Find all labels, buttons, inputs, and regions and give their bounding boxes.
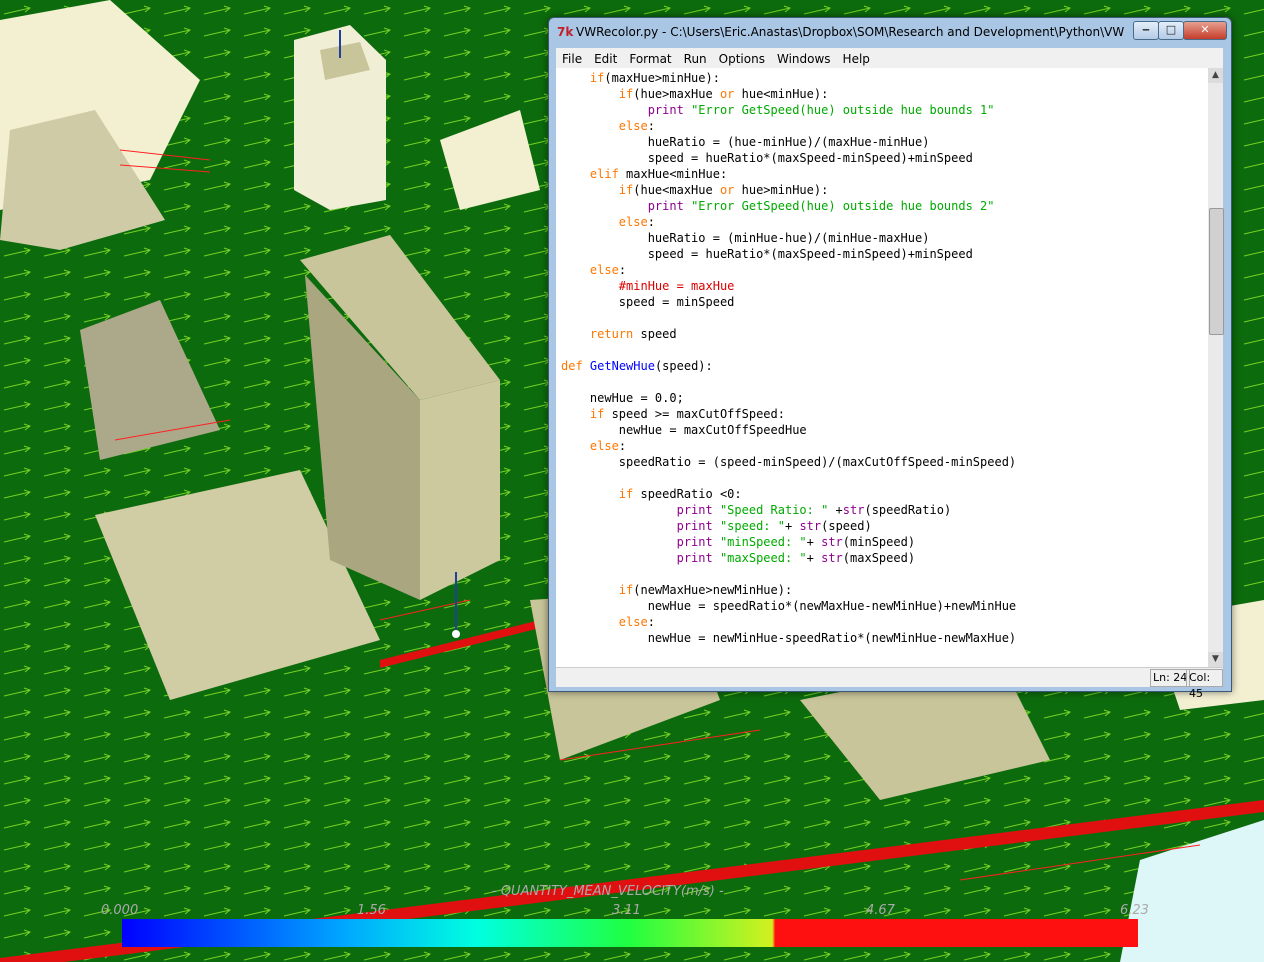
menu-bar: File Edit Format Run Options Windows Help [556,48,1223,68]
vertical-scrollbar[interactable]: ▲ ▼ [1208,68,1224,667]
scroll-thumb[interactable] [1209,208,1224,335]
code-editor[interactable]: if(maxHue>minHue): if(hue>maxHue or hue<… [556,68,1208,667]
legend-tick-4: 4.67 [866,903,895,918]
menu-file[interactable]: File [556,50,588,69]
maximize-icon[interactable]: □ [1158,21,1184,40]
legend-tick-max: 6.23 [1120,903,1149,918]
menu-edit[interactable]: Edit [588,50,623,69]
scroll-up-arrow-icon[interactable]: ▲ [1208,68,1223,83]
status-bar: Ln: 24 Col: 45 [556,667,1223,700]
menu-run[interactable]: Run [678,50,713,69]
velocity-color-scale [122,919,1138,947]
idle-editor-window: 7k VWRecolor.py - C:\Users\Eric.Anastas\… [548,17,1232,700]
status-line: Ln: 24 [1150,669,1191,687]
idle-tk-icon: 7k [557,25,574,39]
window-title: VWRecolor.py - C:\Users\Eric.Anastas\Dro… [576,25,1124,39]
menu-windows[interactable]: Windows [771,50,837,69]
status-column: Col: 45 [1186,669,1223,700]
close-icon[interactable]: ✕ [1183,21,1227,40]
title-bar[interactable]: 7k VWRecolor.py - C:\Users\Eric.Anastas\… [549,18,1231,48]
legend-title: - QUANTITY_MEAN_VELOCITY(m/s) - [492,884,724,899]
menu-help[interactable]: Help [837,50,876,69]
code-text[interactable]: if(maxHue>minHue): if(hue>maxHue or hue<… [556,68,1208,646]
legend-tick-3: 3.11 [612,903,641,918]
minimize-icon[interactable]: ‒ [1133,21,1159,40]
legend-tick-2: 1.56 [357,903,386,918]
legend-tick-min: 0.000 [101,903,139,918]
menu-format[interactable]: Format [623,50,677,69]
scroll-down-arrow-icon[interactable]: ▼ [1208,652,1223,667]
menu-options[interactable]: Options [713,50,771,69]
